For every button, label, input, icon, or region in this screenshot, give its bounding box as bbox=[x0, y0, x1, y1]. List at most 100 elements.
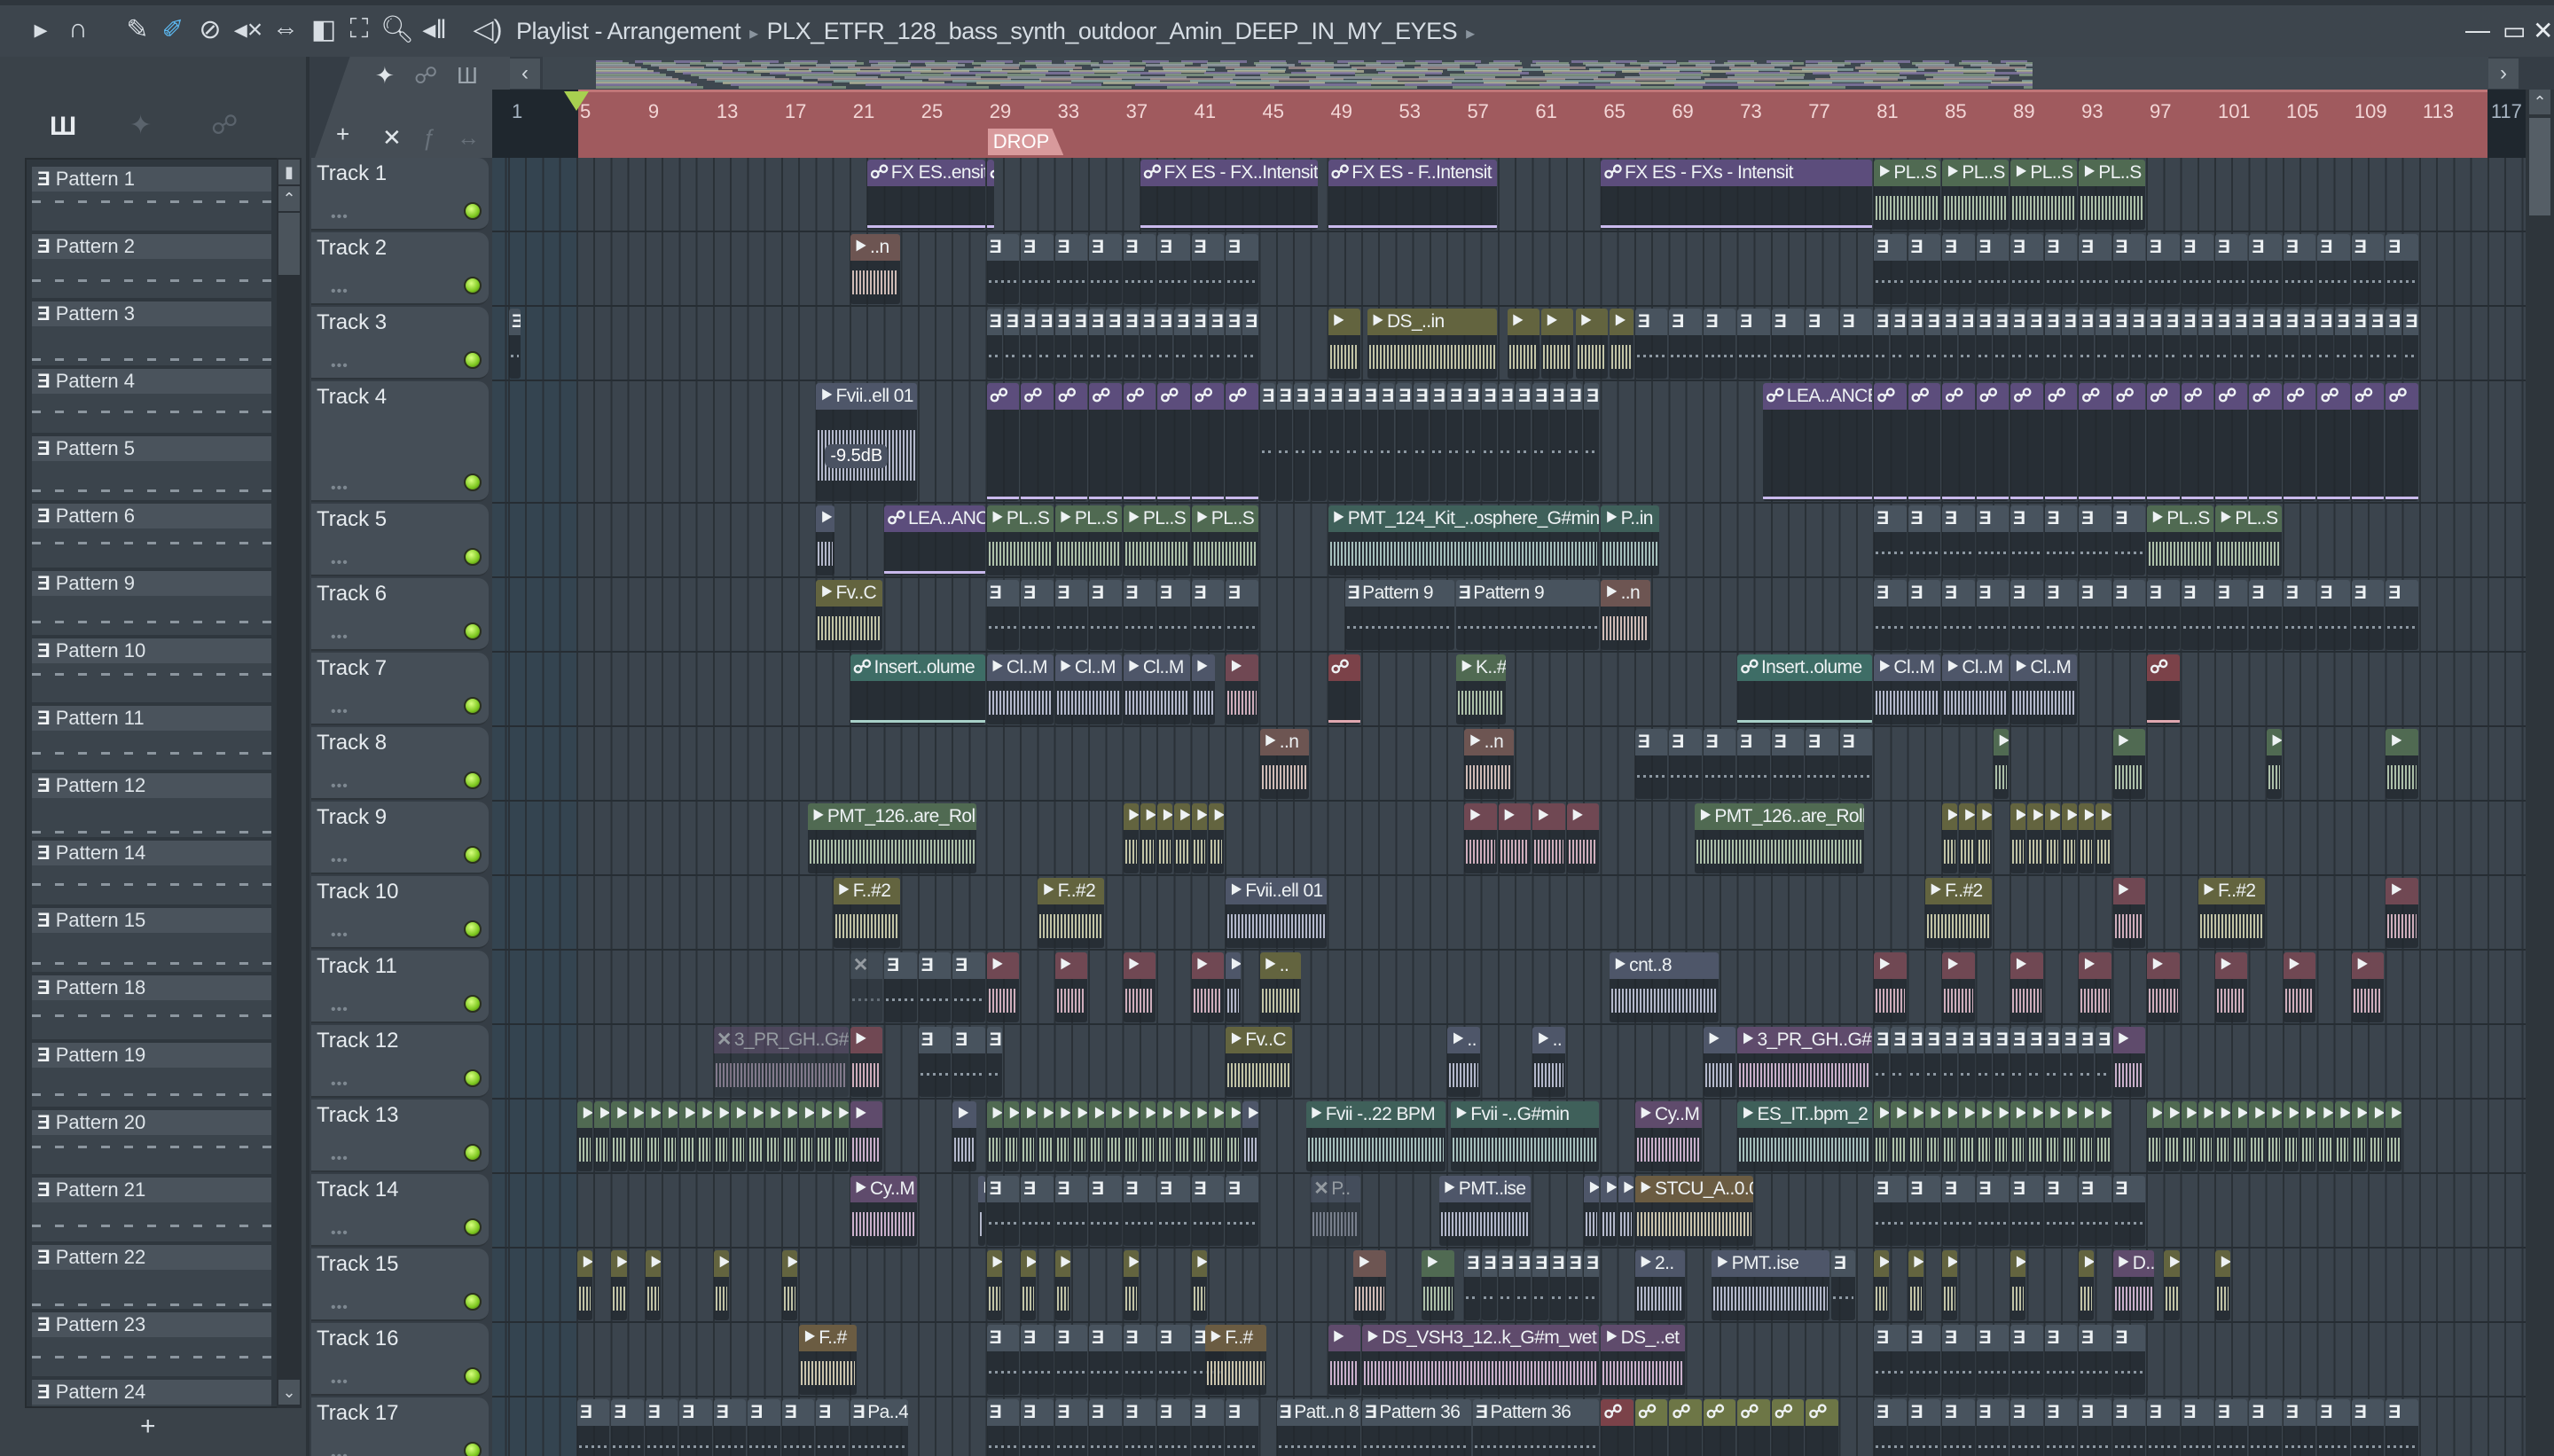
automation-clip[interactable]: ☍ bbox=[1054, 383, 1088, 501]
audio-clip[interactable]: ⯈ bbox=[1054, 952, 1088, 1022]
audio-clip[interactable]: ⯈ ..n bbox=[1601, 580, 1651, 650]
pattern-clip[interactable]: Ǝ bbox=[1226, 309, 1242, 379]
pattern-clip[interactable]: Ǝ bbox=[1226, 1399, 1258, 1456]
pattern-clip[interactable]: Ǝ bbox=[1976, 309, 1992, 379]
pattern-clip[interactable]: Ǝ bbox=[1874, 580, 1907, 650]
pattern-clip[interactable]: Ǝ bbox=[2079, 234, 2111, 304]
pattern-clip[interactable]: Ǝ bbox=[1191, 1399, 1225, 1456]
audio-clip[interactable]: ⯈ bbox=[2249, 1101, 2265, 1171]
pattern-clip[interactable]: Ǝ bbox=[1959, 309, 1975, 379]
track-header[interactable]: Track 2 ••• bbox=[311, 232, 489, 305]
automation-clip[interactable]: ☍ bbox=[1771, 1399, 1805, 1456]
audio-clip[interactable]: ⯈ bbox=[1924, 1101, 1941, 1171]
pattern-clip[interactable]: Ǝ bbox=[1123, 234, 1156, 304]
pattern-list-item[interactable]: Ǝ Pattern 1 bbox=[32, 167, 271, 231]
audio-clip[interactable]: ⯈ Fv..C bbox=[816, 580, 883, 650]
audio-clip[interactable]: ⯈D..t bbox=[2112, 1250, 2154, 1320]
pattern-clip[interactable]: Ǝ bbox=[1054, 1399, 1088, 1456]
audio-clip[interactable]: ⯈ ..n bbox=[850, 234, 900, 304]
audio-clip[interactable]: ⯈ bbox=[1703, 1027, 1736, 1097]
track-header[interactable]: Track 11 ••• bbox=[311, 951, 489, 1023]
audio-clip[interactable]: ⯈ F..# bbox=[1204, 1325, 1267, 1395]
audio-clip[interactable]: ⯈ bbox=[696, 1101, 712, 1171]
pattern-clip[interactable]: Ǝ bbox=[2044, 580, 2078, 650]
audio-clip[interactable]: ⯈ bbox=[1328, 1325, 1360, 1395]
track-header[interactable]: Track 6 ••• bbox=[311, 578, 489, 651]
scroll-down-icon[interactable]: ⌄ bbox=[278, 1380, 300, 1405]
audio-clip[interactable]: ⯈ bbox=[1328, 309, 1360, 379]
audio-clip[interactable]: ⯈ PL..S bbox=[2147, 505, 2213, 575]
audio-clip[interactable]: ⯈ bbox=[1191, 1250, 1207, 1320]
pattern-clip[interactable]: Ǝ bbox=[918, 952, 952, 1022]
pattern-clip[interactable]: Ǝ bbox=[1976, 505, 2010, 575]
audio-clip[interactable]: ⯈ bbox=[2010, 952, 2043, 1022]
pattern-clip[interactable]: Ǝ bbox=[2079, 580, 2111, 650]
automation-clip[interactable]: ☍ bbox=[2181, 383, 2213, 501]
audio-clip[interactable]: ⯈ Cl..M bbox=[986, 654, 1054, 724]
pattern-clip[interactable]: Ǝ bbox=[1993, 309, 2010, 379]
pattern-clip[interactable]: Ǝ bbox=[1054, 1176, 1088, 1246]
audio-clip[interactable]: ⯈ bbox=[1038, 1101, 1054, 1171]
pattern-clip[interactable]: Ǝ bbox=[1874, 309, 1890, 379]
pattern-clip[interactable]: Ǝ bbox=[2249, 234, 2282, 304]
pattern-clip[interactable]: Ǝ bbox=[816, 1399, 849, 1456]
audio-clip[interactable]: ⯈ bbox=[2010, 803, 2026, 873]
audio-clip[interactable]: ⯈ bbox=[1021, 1101, 1037, 1171]
audio-clip[interactable]: ⯈.. bbox=[1259, 952, 1301, 1022]
pattern-clip[interactable]: Ǝ bbox=[952, 1027, 985, 1097]
audio-clip[interactable]: ⯈ PL..S bbox=[2079, 160, 2146, 230]
audio-clip[interactable]: ⯈ bbox=[1191, 952, 1225, 1022]
audio-clip[interactable]: ⯈ PL..S bbox=[1123, 505, 1190, 575]
track-mute-led[interactable] bbox=[464, 1293, 482, 1311]
pattern-clip[interactable]: Ǝ bbox=[1549, 1250, 1565, 1320]
audio-clip[interactable]: ⯈ PL..S bbox=[2215, 505, 2282, 575]
pattern-clip[interactable]: Ǝ bbox=[2010, 1027, 2026, 1097]
pattern-clip[interactable]: Ǝ bbox=[1021, 309, 1037, 379]
menu-arrow-icon[interactable]: ▸ bbox=[25, 14, 57, 45]
pattern-clip[interactable]: Ǝ bbox=[986, 1399, 1020, 1456]
pattern-clip[interactable]: Ǝ bbox=[1481, 1250, 1497, 1320]
audio-clip[interactable]: ⯈ PL..S bbox=[986, 505, 1054, 575]
scroll-thumb[interactable] bbox=[278, 213, 300, 275]
automation-clip[interactable]: ☍ bbox=[986, 383, 1020, 501]
track-mute-led[interactable] bbox=[464, 202, 482, 220]
pattern-clip[interactable]: Ǝ bbox=[1976, 1399, 2010, 1456]
audio-clip[interactable]: ⯈ bbox=[781, 1250, 798, 1320]
audio-clip[interactable]: ⯈ bbox=[2351, 952, 2385, 1022]
audio-clip[interactable]: ⯈ bbox=[850, 1027, 883, 1097]
pattern-clip[interactable]: Ǝ bbox=[2386, 580, 2418, 650]
pattern-clip[interactable]: Ǝ bbox=[1924, 309, 1941, 379]
pattern-clip[interactable]: Ǝ bbox=[1311, 383, 1327, 501]
audio-clip[interactable]: ⯈ bbox=[1464, 803, 1497, 873]
track-row[interactable]: ⯈ Fvii..ell 01 -9.5dB ☍ ☍ ☍ ☍ ☍ ☍ ☍ ☍ Ǝ Ǝ Ǝ Ǝ Ǝ Ǝ Ǝ Ǝ Ǝ Ǝ Ǝ Ǝ Ǝ… bbox=[492, 381, 2526, 504]
automation-clip[interactable]: ☍ Insert..olume bbox=[1737, 654, 1873, 724]
volume-readout[interactable]: -9.5dB bbox=[825, 444, 889, 469]
pattern-clip[interactable]: Ǝ bbox=[1566, 383, 1583, 501]
audio-clip[interactable]: ⯈ Cl..M bbox=[1054, 654, 1122, 724]
pattern-clip[interactable]: Ǝ bbox=[781, 1399, 815, 1456]
vertical-scrollbar[interactable]: ⌃ bbox=[2526, 90, 2554, 1456]
track-mute-led[interactable] bbox=[464, 771, 482, 789]
pattern-clip[interactable]: Ǝ bbox=[1839, 309, 1873, 379]
audio-clip[interactable]: ⯈ bbox=[1601, 1176, 1617, 1246]
pattern-list-item[interactable]: Ǝ Pattern 12 bbox=[32, 773, 271, 837]
pattern-clip[interactable]: Ǝ bbox=[1191, 1176, 1225, 1246]
track-row[interactable]: Ǝ Ǝ Ǝ Ǝ Ǝ Ǝ Ǝ Ǝ Ǝ Ǝ Ǝ Ǝ Ǝ Ǝ Ǝ Ǝ Ǝ ⯈ ⯈ DS_..in ⯈ ⯈ ⯈ ⯈ Ǝ Ǝ Ǝ Ǝ Ǝ Ǝ Ǝ Ǝ Ǝ Ǝ… bbox=[492, 307, 2526, 381]
audio-clip[interactable]: ⯈ F..#2 bbox=[833, 878, 900, 948]
pattern-clip[interactable]: Ǝ bbox=[2112, 234, 2146, 304]
pattern-clip[interactable]: Ǝ bbox=[1054, 580, 1088, 650]
speaker-icon[interactable]: ◁) bbox=[472, 14, 504, 45]
audio-clip[interactable]: ⯈ bbox=[2369, 1101, 2385, 1171]
pattern-clip[interactable]: Ǝ bbox=[2010, 309, 2026, 379]
pattern-clip[interactable]: Ǝ bbox=[2112, 1325, 2146, 1395]
automation-clip[interactable]: ☍ bbox=[1737, 1399, 1770, 1456]
audio-clip[interactable]: ⯈ bbox=[1507, 309, 1539, 379]
pattern-clip[interactable]: Ǝ bbox=[1976, 234, 2010, 304]
pattern-clip[interactable]: Ǝ bbox=[1464, 383, 1480, 501]
track-menu-icon[interactable]: ••• bbox=[331, 481, 349, 497]
pattern-clip[interactable]: Ǝ bbox=[1874, 1399, 1907, 1456]
pattern-list-scrollbar[interactable]: ▮ ⌃ ⌄ bbox=[277, 158, 302, 1408]
audio-clip[interactable]: ⯈ bbox=[1959, 803, 1975, 873]
pattern-clip[interactable]: Ǝ bbox=[1831, 1250, 1855, 1320]
pattern-clip[interactable]: Ǝ bbox=[2079, 1027, 2095, 1097]
